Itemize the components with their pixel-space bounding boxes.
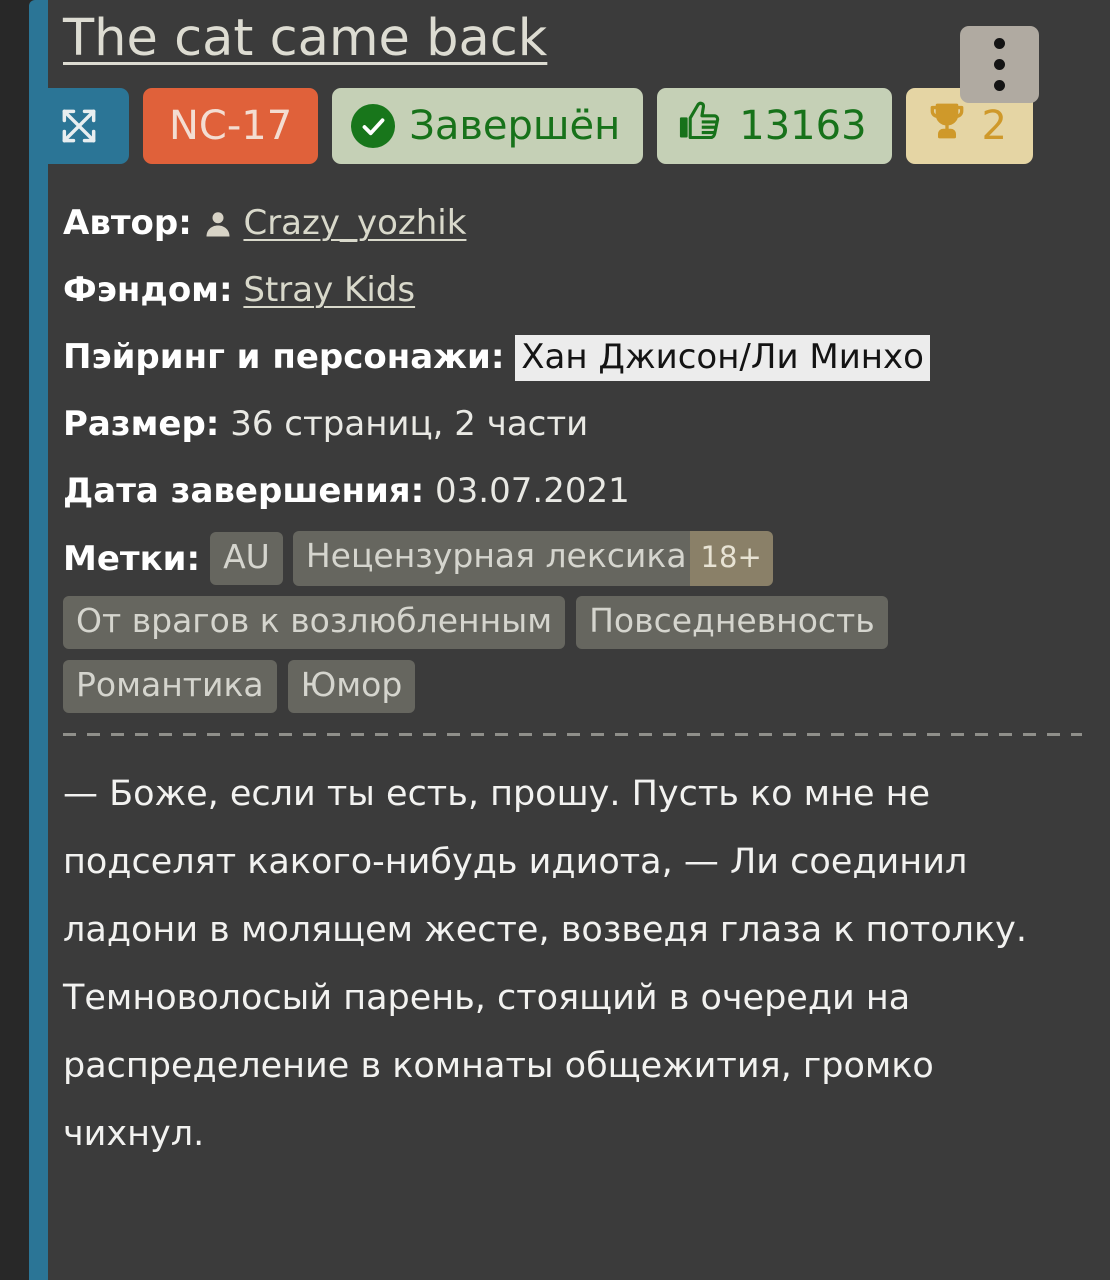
finish-date-value: 03.07.2021 (435, 471, 630, 511)
author-label: Автор: (63, 203, 192, 243)
accent-stripe (29, 0, 48, 1280)
tags-block: Метки: AU Нецензурная лексика 18+ От вра… (63, 531, 1110, 713)
finish-date-row: Дата завершения: 03.07.2021 (63, 458, 1070, 525)
metadata-block: Автор: Crazy_yozhik Фэндом: Stray Kids П… (63, 190, 1110, 525)
status-label: Завершён (409, 103, 621, 149)
tag-au[interactable]: AU (210, 532, 283, 585)
story-excerpt: — Боже, если ты есть, прошу. Пусть ко мн… (63, 774, 1027, 1154)
tag-romance[interactable]: Романтика (63, 660, 277, 713)
pairing-value[interactable]: Хан Джисон/Ли Минхо (515, 335, 930, 381)
tag-profanity[interactable]: Нецензурная лексика (292, 531, 700, 586)
fandom-row: Фэндом: Stray Kids (63, 257, 1070, 324)
likes-count: 13163 (739, 103, 867, 149)
person-icon (203, 195, 233, 237)
size-value: 36 страниц, 2 части (230, 404, 589, 444)
crossed-arrows-icon (57, 104, 101, 148)
pairing-row: Пэйринг и персонажи: Хан Джисон/Ли Минхо (63, 324, 1070, 391)
tag-enemies-to-lovers[interactable]: От врагов к возлюбленным (63, 596, 566, 649)
tag-slice-of-life[interactable]: Повседневность (576, 596, 888, 649)
tags-remaining-rows: От врагов к возлюбленным Повседневность … (63, 596, 1070, 713)
story-title-link[interactable]: The cat came back (63, 12, 547, 66)
rating-label: NC-17 (169, 103, 293, 149)
adult-marker-badge[interactable]: 18+ (689, 531, 773, 586)
status-badge[interactable]: Завершён (332, 88, 644, 164)
story-card: The cat came back NC-17 Завершён 13163 2… (29, 0, 1110, 1280)
story-card-page: The cat came back NC-17 Завершён 13163 2… (0, 0, 1110, 1280)
fandom-link[interactable]: Stray Kids (243, 270, 415, 310)
awards-count: 2 (981, 103, 1007, 149)
tags-first-row: Метки: AU Нецензурная лексика 18+ (63, 531, 1070, 586)
dot-1 (994, 38, 1005, 49)
thumbs-up-icon (677, 99, 721, 153)
check-circle-icon (351, 104, 396, 148)
likes-badge[interactable]: 13163 (657, 88, 892, 164)
rating-badge[interactable]: NC-17 (143, 88, 319, 164)
dot-3 (994, 80, 1005, 91)
badge-row: NC-17 Завершён 13163 2 (29, 88, 1110, 168)
tag-group-profanity: Нецензурная лексика 18+ (292, 531, 773, 586)
size-row: Размер: 36 страниц, 2 части (63, 391, 1070, 458)
dot-2 (994, 59, 1005, 70)
finish-date-label: Дата завершения: (63, 471, 425, 511)
more-options-button[interactable] (960, 26, 1039, 103)
dashed-divider (63, 733, 1082, 736)
fandom-label: Фэндом: (63, 270, 233, 310)
title-row: The cat came back (63, 0, 1110, 88)
author-link[interactable]: Crazy_yozhik (243, 203, 466, 243)
size-label: Размер: (63, 404, 220, 444)
tag-humor[interactable]: Юмор (287, 660, 416, 713)
pairing-label: Пэйринг и персонажи: (63, 337, 505, 377)
tags-label: Метки: (63, 538, 201, 579)
author-row: Автор: Crazy_yozhik (63, 190, 1070, 257)
trophy-icon (926, 100, 968, 152)
